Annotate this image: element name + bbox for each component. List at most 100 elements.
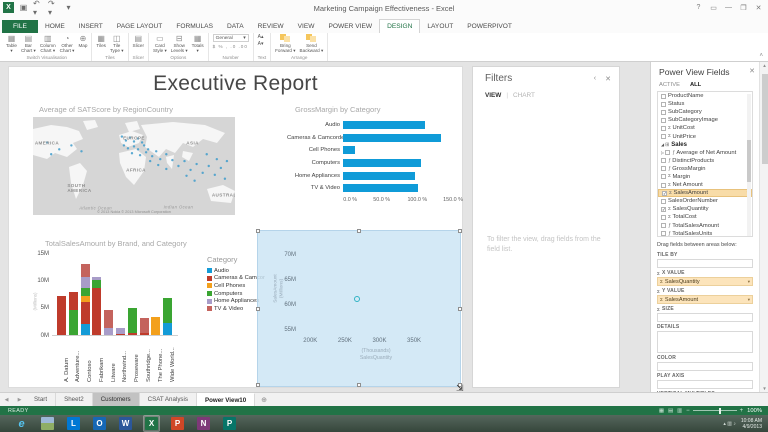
scroll-down-icon[interactable]: ▼ <box>760 386 768 391</box>
tray-expand-icon[interactable]: ▴ ▥ ♪ <box>723 421 736 427</box>
button-send-backward[interactable]: Send Backward ▾ <box>300 34 323 53</box>
sheet-tab-csat-analysis[interactable]: CSAT Analysis <box>140 393 197 406</box>
expander-icon[interactable]: ▷ <box>661 150 664 155</box>
prev-sheet-icon[interactable]: ◀ <box>0 393 13 406</box>
column-the-phone[interactable] <box>151 316 161 335</box>
column-proseware[interactable] <box>127 307 137 335</box>
bar-computers[interactable] <box>343 159 421 168</box>
well-box-color[interactable] <box>657 362 753 371</box>
field-item-totalcost[interactable]: Σ TotalCost <box>658 213 752 221</box>
ribbon-tab-power-view[interactable]: POWER VIEW <box>321 20 379 33</box>
selection-handle[interactable] <box>357 229 361 233</box>
column-southridge[interactable] <box>139 318 149 335</box>
number-format-buttons[interactable]: $ % , .0 .00 <box>213 44 249 49</box>
field-item-salesordernumber[interactable]: SalesOrderNumber <box>658 197 752 205</box>
taskbar-clock[interactable]: 10:08 AM 4/9/2013 <box>741 418 762 430</box>
save-icon[interactable]: ▣ <box>18 2 29 13</box>
button-totals[interactable]: ▦ Totals ▾ <box>192 34 204 53</box>
field-item-salesquantity[interactable]: ✓ Σ SalesQuantity <box>658 205 752 213</box>
checkbox[interactable] <box>661 158 666 164</box>
qat-more-icon[interactable]: ▾ <box>63 2 74 13</box>
taskbar-powerpoint-icon[interactable]: P <box>170 416 185 431</box>
sheet-tab-sheet2[interactable]: Sheet2 <box>56 393 93 406</box>
number-format-dropdown[interactable]: General ▾ <box>212 34 249 42</box>
selection-handle[interactable] <box>458 229 462 233</box>
ribbon-tab-view[interactable]: VIEW <box>291 20 322 33</box>
taskbar-photos-icon[interactable] <box>40 416 55 431</box>
sheet-tab-power-view10[interactable]: Power View10 <box>196 393 256 406</box>
taskbar-excel-icon[interactable]: X <box>143 415 160 432</box>
selection-handle[interactable] <box>256 307 260 311</box>
report-canvas[interactable]: Executive Report Average of SATScore by … <box>8 66 464 393</box>
close-icon[interactable]: ✕ <box>751 1 766 14</box>
field-list[interactable]: ProductName Status SubCategory SubCategoryI… <box>657 91 753 237</box>
zoom-slider-thumb[interactable] <box>718 407 721 414</box>
zoom-level[interactable]: 100% <box>747 408 762 414</box>
checkbox[interactable] <box>661 101 666 107</box>
field-item-totalsalesunits[interactable]: ƒ TotalSalesUnits <box>658 230 752 236</box>
scatter-point[interactable] <box>354 295 361 302</box>
button-bar-chart[interactable]: ▤ Bar Chart ▾ <box>21 34 36 53</box>
increase-font-icon[interactable]: A▴ <box>258 34 264 40</box>
sheet-tab-customers[interactable]: Customers <box>92 393 140 406</box>
checkbox[interactable]: ✓ <box>662 190 667 196</box>
ribbon-tab-design[interactable]: DESIGN <box>379 19 421 33</box>
selection-handle[interactable] <box>458 307 462 311</box>
checkbox[interactable] <box>661 174 666 180</box>
button-tiles[interactable]: ▦ Tiles <box>96 34 106 48</box>
tab-chart[interactable]: CHART <box>513 92 535 99</box>
tab-all[interactable]: ALL <box>690 82 701 88</box>
redo-icon[interactable]: ↷ ▾ <box>48 0 59 17</box>
selection-handle[interactable] <box>256 229 260 233</box>
bar-home-appliances[interactable] <box>343 171 416 180</box>
field-table-sales[interactable]: ◢ ⊞ Sales <box>658 141 752 149</box>
tab-active[interactable]: ACTIVE <box>659 82 680 88</box>
page-layout-view-icon[interactable]: ▤ <box>668 408 673 414</box>
ribbon-display-icon[interactable]: ▭ <box>706 1 721 14</box>
ribbon-tab-powerpivot[interactable]: POWERPIVOT <box>460 20 519 33</box>
scrollbar-thumb[interactable] <box>761 74 768 164</box>
world-map[interactable]: NORTH AMERICA EUROPE ASIA AFRICA SOUTH AMERI… <box>33 117 235 215</box>
checkbox[interactable] <box>661 182 666 188</box>
column-northwind[interactable] <box>115 327 125 335</box>
field-pill-salesquantity[interactable]: Σ SalesQuantity ▾ <box>657 277 753 286</box>
field-item-subcategory[interactable]: SubCategory <box>658 108 752 116</box>
field-item-net-amount[interactable]: Σ Net Amount <box>658 181 752 189</box>
close-icon[interactable]: ✕ <box>749 67 755 75</box>
checkbox[interactable]: ✓ <box>661 206 666 212</box>
taskbar-publisher-icon[interactable]: P <box>222 416 237 431</box>
undo-icon[interactable]: ↶ ▾ <box>33 0 44 17</box>
next-sheet-icon[interactable]: ▶ <box>13 393 26 406</box>
field-item-average-of-net-amount[interactable]: ▷ ƒ Average of Net Amount <box>658 149 752 157</box>
column-adventure[interactable] <box>68 292 78 335</box>
restore-icon[interactable]: ❐ <box>736 1 751 14</box>
checkbox[interactable] <box>661 134 666 140</box>
column-wide-world[interactable] <box>163 297 173 335</box>
field-item-subcategoryimage[interactable]: SubCategoryImage <box>658 116 752 124</box>
decrease-font-icon[interactable]: A▾ <box>258 41 264 47</box>
checkbox[interactable] <box>661 117 666 123</box>
column-fabrikam[interactable] <box>92 277 102 335</box>
bar-audio[interactable] <box>343 121 425 130</box>
selection-handle[interactable] <box>357 383 361 387</box>
normal-view-icon[interactable]: ▦ <box>659 408 664 414</box>
field-item-unitprice[interactable]: Σ UnitPrice <box>658 132 752 140</box>
ribbon-tab-formulas[interactable]: FORMULAS <box>169 20 220 33</box>
button-tile-type[interactable]: ◫ Tile Type ▾ <box>110 34 124 53</box>
scroll-up-icon[interactable]: ▲ <box>760 63 768 68</box>
checkbox[interactable] <box>661 198 666 204</box>
field-item-productname[interactable]: ProductName <box>658 92 752 100</box>
bar-tv-video[interactable] <box>343 184 418 193</box>
report-title[interactable]: Executive Report <box>9 72 462 96</box>
well-box-tile-by[interactable] <box>657 259 753 268</box>
ribbon-tab-file[interactable]: FILE <box>2 20 38 33</box>
zoom-out-icon[interactable]: − <box>686 408 690 414</box>
column-chart-visualization[interactable]: TotalSalesAmount by Brand, and Category … <box>29 239 266 387</box>
chevron-down-icon[interactable]: ▾ <box>748 297 750 303</box>
help-icon[interactable]: ? <box>691 1 706 14</box>
checkbox[interactable] <box>661 109 666 115</box>
button-show-levels[interactable]: ⊟ Show Levels ▾ <box>171 34 188 53</box>
checkbox[interactable] <box>661 231 666 236</box>
taskbar-onenote-icon[interactable]: N <box>196 416 211 431</box>
well-box-details[interactable] <box>657 331 753 353</box>
